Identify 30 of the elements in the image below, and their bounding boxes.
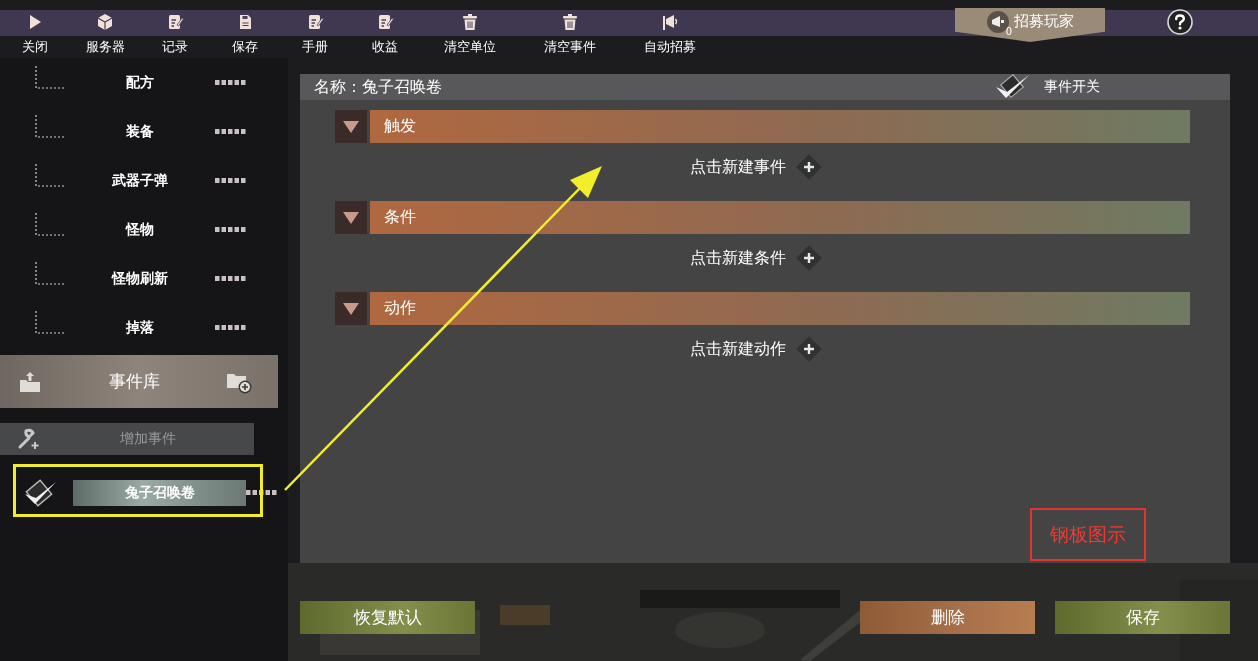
tree-item[interactable]: 怪物刷新 xyxy=(65,269,215,288)
add-prompt[interactable]: 点击新建动作 xyxy=(689,338,786,360)
toolbar-button[interactable]: 清空事件 xyxy=(520,0,620,58)
save-button[interactable]: 保存 xyxy=(1055,601,1230,634)
event-switch[interactable]: 事件开关 xyxy=(994,74,1100,100)
tree-item[interactable]: 装备 xyxy=(65,122,215,141)
recruit-label: 招募玩家 xyxy=(1014,11,1074,32)
event-library-header[interactable]: 事件库 xyxy=(0,355,278,408)
add-prompt[interactable]: 点击新建事件 xyxy=(689,156,786,178)
add-prompt[interactable]: 点击新建条件 xyxy=(689,247,786,269)
recruit-count: 0 xyxy=(1005,26,1012,37)
tree-item[interactable]: 怪物 xyxy=(65,220,215,239)
toolbar-button[interactable]: 清空单位 xyxy=(420,0,520,58)
tree-item[interactable]: 武器子弹 xyxy=(65,171,215,190)
reset-button[interactable]: 恢复默认 xyxy=(300,601,475,634)
toolbar-button[interactable]: 记录 xyxy=(140,0,210,58)
delete-button[interactable]: 删除 xyxy=(860,601,1035,634)
toolbar-button[interactable]: 保存 xyxy=(210,0,280,58)
tree-item[interactable]: 配方 xyxy=(65,73,215,92)
toolbar-button[interactable]: 自动招募 xyxy=(620,0,720,58)
tree-item[interactable]: 掉落 xyxy=(65,318,215,337)
toolbar-button[interactable]: 收益 xyxy=(350,0,420,58)
annotation-label: 钢板图示 xyxy=(1030,508,1146,561)
toolbar-button[interactable]: 手册 xyxy=(280,0,350,58)
event-name-label: 名称：兔子召唤卷 xyxy=(314,76,443,98)
section-header: 条件 xyxy=(370,201,1190,234)
section-header: 动作 xyxy=(370,292,1190,325)
toolbar-button[interactable]: 关闭 xyxy=(0,0,70,58)
toolbar-button[interactable]: 服务器 xyxy=(70,0,140,58)
section-header: 触发 xyxy=(370,110,1190,143)
